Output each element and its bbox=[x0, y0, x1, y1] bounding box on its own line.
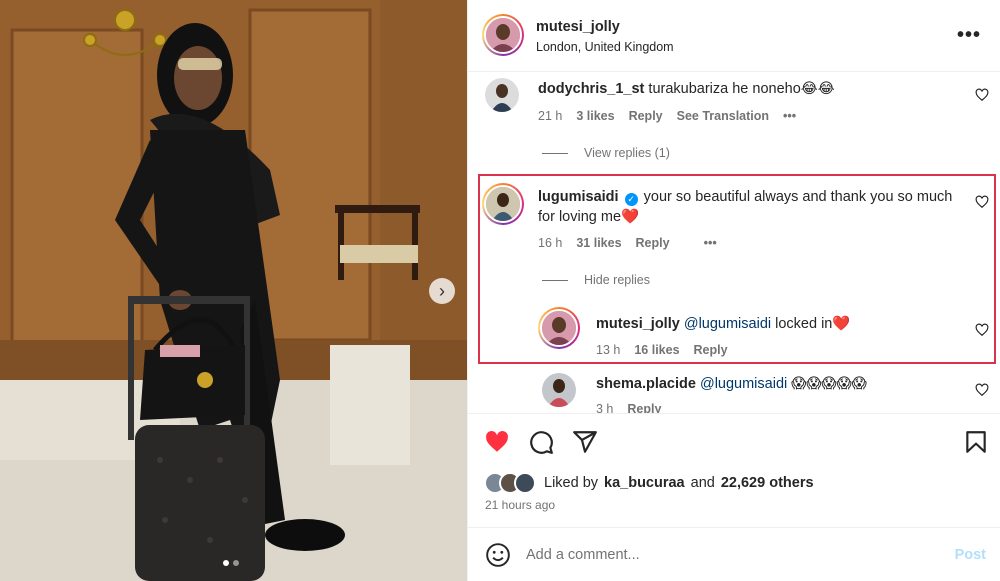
comment-likes[interactable]: 31 likes bbox=[576, 236, 621, 250]
mention-link[interactable]: @lugumisaidi bbox=[684, 316, 771, 332]
heart-outline-icon[interactable] bbox=[975, 195, 989, 209]
liked-by-row: Liked by ka_bucuraa and 22,629 others bbox=[484, 472, 814, 494]
reply-time: 3 h bbox=[596, 402, 614, 413]
carousel-dot bbox=[233, 560, 239, 566]
liker-avatars[interactable] bbox=[484, 472, 538, 494]
comment-username[interactable]: lugumisaidi bbox=[538, 189, 619, 205]
comments-list[interactable]: dodychris_1_st turakubariza he noneho😂😂 … bbox=[468, 73, 1000, 413]
comment-more-button[interactable]: ••• bbox=[704, 236, 717, 250]
post-side-panel: mutesi_jolly London, United Kingdom ••• … bbox=[467, 0, 1000, 581]
carousel-next-button[interactable]: › bbox=[429, 278, 455, 304]
comment-avatar[interactable] bbox=[485, 78, 519, 112]
carousel-dot-active bbox=[223, 560, 229, 566]
reply-button[interactable]: Reply bbox=[694, 343, 728, 357]
smiley-icon[interactable] bbox=[485, 542, 511, 568]
comment-avatar[interactable] bbox=[482, 183, 524, 225]
author-avatar[interactable] bbox=[482, 14, 524, 56]
comment-meta: 21 h 3 likes Reply See Translation ••• bbox=[538, 109, 796, 123]
comment-time: 16 h bbox=[538, 236, 563, 250]
heart-filled-icon[interactable] bbox=[484, 429, 510, 455]
comment-input[interactable] bbox=[526, 542, 926, 568]
post-actions: Liked by ka_bucuraa and 22,629 others 21… bbox=[468, 413, 1000, 527]
mention-link[interactable]: @lugumisaidi bbox=[700, 376, 787, 392]
see-translation-button[interactable]: See Translation bbox=[677, 109, 769, 123]
reply-username[interactable]: mutesi_jolly bbox=[596, 316, 680, 332]
comment-meta: 16 h 31 likes Reply ••• bbox=[538, 236, 717, 250]
heart-outline-icon[interactable] bbox=[975, 323, 989, 337]
reply-likes[interactable]: 16 likes bbox=[634, 343, 679, 357]
comment-text: lugumisaidi ✓ your so beautiful always a… bbox=[538, 189, 953, 225]
reply-button[interactable]: Reply bbox=[636, 236, 670, 250]
reply-text: mutesi_jolly @lugumisaidi locked in❤️ bbox=[596, 316, 851, 332]
post-comment-button[interactable]: Post bbox=[955, 547, 986, 563]
comment-username[interactable]: dodychris_1_st bbox=[538, 81, 644, 97]
heart-outline-icon[interactable] bbox=[975, 383, 989, 397]
comment-composer: Post bbox=[468, 527, 1000, 581]
post-header: mutesi_jolly London, United Kingdom ••• bbox=[468, 0, 1000, 72]
reply-text: shema.placide @lugumisaidi 😱😱😱😱😱 bbox=[596, 376, 867, 392]
more-horizontal-icon[interactable]: ••• bbox=[957, 24, 981, 47]
view-replies-button[interactable]: View replies (1) bbox=[542, 146, 670, 160]
chevron-right-icon: › bbox=[439, 281, 445, 301]
comment-likes[interactable]: 3 likes bbox=[576, 109, 614, 123]
bookmark-icon[interactable] bbox=[963, 429, 989, 455]
reply-avatar[interactable] bbox=[538, 307, 580, 349]
hide-replies-button[interactable]: Hide replies bbox=[542, 273, 650, 287]
verified-badge-icon: ✓ bbox=[624, 193, 638, 206]
reply-time: 13 h bbox=[596, 343, 621, 357]
liked-by-username[interactable]: ka_bucuraa bbox=[604, 475, 685, 491]
reply-button[interactable]: Reply bbox=[627, 402, 661, 413]
post-location[interactable]: London, United Kingdom bbox=[536, 40, 674, 54]
comment-time: 21 h bbox=[538, 109, 563, 123]
post-photo[interactable]: › bbox=[0, 0, 467, 581]
comment-text: dodychris_1_st turakubariza he noneho😂😂 bbox=[538, 81, 835, 97]
comment-icon[interactable] bbox=[528, 429, 554, 455]
post-timestamp[interactable]: 21 hours ago bbox=[485, 498, 555, 512]
likes-count-link[interactable]: 22,629 others bbox=[721, 475, 814, 491]
photo-illustration bbox=[0, 0, 467, 581]
reply-meta: 13 h 16 likes Reply bbox=[596, 343, 728, 357]
reply-username[interactable]: shema.placide bbox=[596, 376, 696, 392]
reply-meta: 3 h Reply bbox=[596, 402, 661, 413]
carousel-dots bbox=[223, 560, 239, 566]
reply-button[interactable]: Reply bbox=[629, 109, 663, 123]
author-username[interactable]: mutesi_jolly bbox=[536, 19, 620, 35]
comment-more-button[interactable]: ••• bbox=[783, 109, 796, 123]
share-icon[interactable] bbox=[572, 429, 598, 455]
heart-outline-icon[interactable] bbox=[975, 88, 989, 102]
reply-avatar[interactable] bbox=[542, 373, 576, 407]
